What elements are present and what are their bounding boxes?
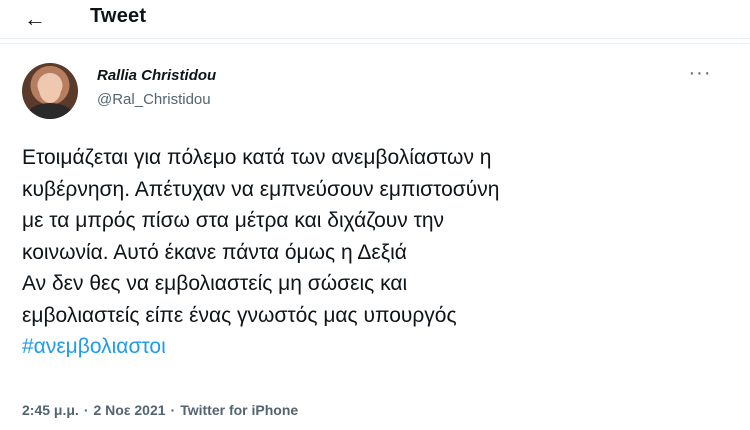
avatar-shoulders xyxy=(28,103,72,119)
author-name[interactable]: Rallia Christidou xyxy=(97,67,216,84)
tweet-line: κοινωνία. Αυτό έκανε πάντα όμως η Δεξιά xyxy=(22,240,407,264)
tweet-text: Ετοιμάζεται για πόλεμο κατά των ανεμβολί… xyxy=(22,142,722,363)
hashtag-link[interactable]: #ανεμβολιαστοι xyxy=(22,331,722,363)
avatar[interactable] xyxy=(22,63,78,119)
tweet-line: κυβέρνηση. Απέτυχαν να εμπνεύσουν εμπιστ… xyxy=(22,177,500,201)
tweet-source[interactable]: Twitter for iPhone xyxy=(180,402,298,418)
tweet-line: εμβολιαστείς είπε ένας γνωστός μας υπουρ… xyxy=(22,303,457,327)
tweet-line: Ετοιμάζεται για πόλεμο κατά των ανεμβολί… xyxy=(22,146,492,169)
avatar-face xyxy=(39,75,61,103)
author-handle[interactable]: @Ral_Christidou xyxy=(97,91,211,108)
tweet-line: Αν δεν θες να εμβολιαστείς μη σώσεις και xyxy=(22,272,408,295)
top-bar: ← Tweet xyxy=(0,0,750,39)
tweet-date[interactable]: 2 Νοε 2021 xyxy=(94,402,166,418)
tweet-time[interactable]: 2:45 μ.μ. xyxy=(22,402,79,418)
meta-separator: · xyxy=(83,402,89,418)
divider xyxy=(0,43,750,44)
more-options-icon[interactable]: ··· xyxy=(685,62,715,86)
back-arrow-icon[interactable]: ← xyxy=(18,4,52,34)
tweet-meta: 2:45 μ.μ. · 2 Νοε 2021 · Twitter for iPhone xyxy=(22,402,298,418)
page-title: Tweet xyxy=(90,5,147,27)
tweet-line: με τα μπρός πίσω στα μέτρα και διχάζουν … xyxy=(22,209,445,232)
meta-separator: · xyxy=(170,402,176,418)
